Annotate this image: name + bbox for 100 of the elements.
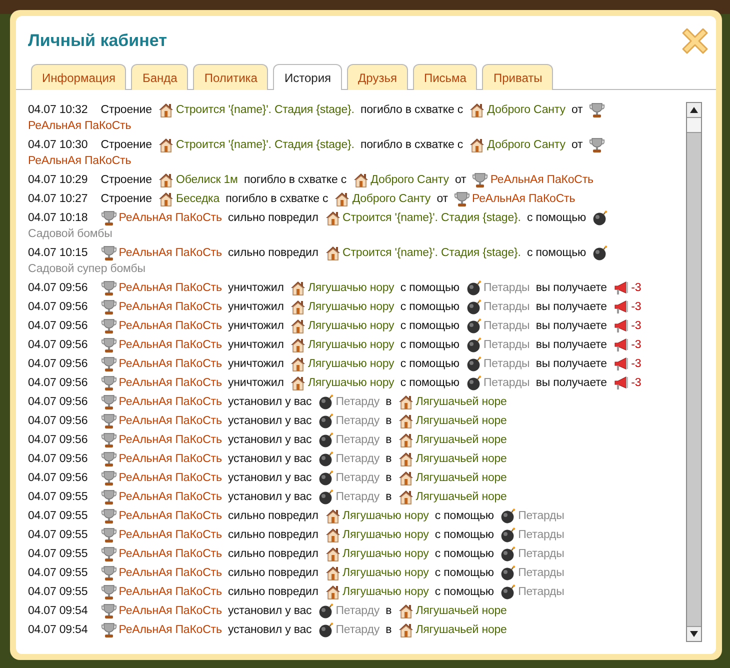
building-link[interactable]: Лягушачьей норе xyxy=(416,605,507,617)
tab[interactable]: История xyxy=(273,64,342,90)
building-link[interactable]: Строится '{name}'. Стадия {stage}. xyxy=(342,212,521,224)
house-icon xyxy=(324,210,341,226)
building-link[interactable]: Лягушачью нору xyxy=(308,339,394,351)
player-link[interactable]: РеАльнАя ПаКоСть xyxy=(28,155,132,167)
event-text: в xyxy=(386,472,392,484)
tab[interactable]: Приваты xyxy=(482,64,554,90)
scrollbar[interactable] xyxy=(686,102,702,642)
player-link[interactable]: РеАльнАя ПаКоСть xyxy=(118,491,222,503)
building-link[interactable]: Лягушачью нору xyxy=(342,548,429,560)
house-icon xyxy=(290,375,306,391)
building-link[interactable]: Лягушачью нору xyxy=(342,567,429,579)
trophy-icon xyxy=(100,280,117,296)
player-link[interactable]: РеАльнАя ПаКоСть xyxy=(118,453,222,465)
event-text: сильно повредил xyxy=(228,212,318,224)
tab[interactable]: Банда xyxy=(131,64,188,90)
megaphone-icon xyxy=(613,280,630,296)
event-text: в xyxy=(386,491,392,503)
building-link[interactable]: Доброго Санту xyxy=(370,174,449,186)
building-link[interactable]: Лягушачьей норе xyxy=(416,624,507,636)
building-link[interactable]: Лягушачьей норе xyxy=(416,415,507,427)
building-link[interactable]: Доброго Санту xyxy=(487,104,566,116)
player-link[interactable]: РеАльнАя ПаКоСть xyxy=(118,339,222,351)
event-text: установил у вас xyxy=(228,491,312,503)
player-link[interactable]: РеАльнАя ПаКоСть xyxy=(118,472,222,484)
player-link[interactable]: РеАльнАя ПаКоСть xyxy=(118,247,222,259)
building-link[interactable]: Лягушачьей норе xyxy=(416,491,507,503)
player-link[interactable]: РеАльнАя ПаКоСть xyxy=(118,548,222,560)
house-icon xyxy=(158,172,174,188)
building-link[interactable]: Лягушачью нору xyxy=(308,282,394,294)
tab[interactable]: Друзья xyxy=(347,64,408,90)
player-link[interactable]: РеАльнАя ПаКоСть xyxy=(118,605,222,617)
tab[interactable]: Информация xyxy=(31,64,126,90)
house-icon xyxy=(290,280,306,296)
bomb-icon xyxy=(466,375,482,391)
bomb-icon xyxy=(500,527,516,543)
player-link[interactable]: РеАльнАя ПаКоСть xyxy=(118,415,222,427)
event-time: 04.07 10:29 xyxy=(28,174,88,186)
player-link[interactable]: РеАльнАя ПаКоСть xyxy=(118,377,222,389)
house-icon xyxy=(324,245,341,261)
building-link[interactable]: Лягушачьей норе xyxy=(416,396,507,408)
player-link[interactable]: РеАльнАя ПаКоСть xyxy=(118,434,222,446)
player-link[interactable]: РеАльнАя ПаКоСть xyxy=(118,282,222,294)
player-link[interactable]: РеАльнАя ПаКоСть xyxy=(118,358,222,370)
trophy-icon xyxy=(100,299,117,315)
event-time: 04.07 09:56 xyxy=(28,358,88,370)
tab[interactable]: Письма xyxy=(412,64,478,90)
event-text: уничтожил xyxy=(228,377,284,389)
building-link[interactable]: Лягушачью нору xyxy=(308,320,394,332)
building-link[interactable]: Лягушачью нору xyxy=(308,301,394,313)
building-link[interactable]: Лягушачьей норе xyxy=(416,434,507,446)
player-link[interactable]: РеАльнАя ПаКоСть xyxy=(118,586,222,598)
scroll-up-icon[interactable] xyxy=(690,107,698,113)
event-text: вы получаете xyxy=(536,301,607,313)
building-link[interactable]: Беседка xyxy=(176,193,220,205)
tab[interactable]: Политика xyxy=(193,64,268,90)
building-link[interactable]: Доброго Санту xyxy=(487,139,566,151)
event-text: сильно повредил xyxy=(228,510,318,522)
house-icon xyxy=(398,603,414,619)
building-link[interactable]: Лягушачью нору xyxy=(308,358,394,370)
building-link[interactable]: Лягушачьей норе xyxy=(416,472,507,484)
player-link[interactable]: РеАльнАя ПаКоСть xyxy=(118,301,222,313)
close-button[interactable] xyxy=(680,26,710,56)
trophy-icon xyxy=(100,432,117,448)
house-icon xyxy=(398,622,414,638)
building-link[interactable]: Лягушачью нору xyxy=(342,586,429,598)
player-link[interactable]: РеАльнАя ПаКоСть xyxy=(472,193,576,205)
building-link[interactable]: Строится '{name}'. Стадия {stage}. xyxy=(176,104,354,116)
building-link[interactable]: Лягушачьей норе xyxy=(416,453,507,465)
player-link[interactable]: РеАльнАя ПаКоСть xyxy=(118,567,222,579)
player-link[interactable]: РеАльнАя ПаКоСть xyxy=(118,529,222,541)
player-link[interactable]: РеАльнАя ПаКоСть xyxy=(28,120,132,132)
house-icon xyxy=(324,508,341,524)
building-link[interactable]: Строится '{name}'. Стадия {stage}. xyxy=(176,139,354,151)
event-time: 04.07 09:55 xyxy=(28,491,88,503)
house-icon xyxy=(469,137,486,153)
building-link[interactable]: Доброго Санту xyxy=(352,193,431,205)
player-link[interactable]: РеАльнАя ПаКоСть xyxy=(118,320,222,332)
building-link[interactable]: Лягушачью нору xyxy=(342,529,429,541)
bomb-icon xyxy=(318,622,334,638)
building-link[interactable]: Лягушачью нору xyxy=(342,510,429,522)
player-link[interactable]: РеАльнАя ПаКоСть xyxy=(490,174,594,186)
building-link[interactable]: Лягушачью нору xyxy=(308,377,394,389)
player-link[interactable]: РеАльнАя ПаКоСть xyxy=(118,396,222,408)
player-link[interactable]: РеАльнАя ПаКоСть xyxy=(118,624,222,636)
event-text: в xyxy=(386,434,392,446)
scroll-thumb[interactable] xyxy=(687,118,701,133)
building-link[interactable]: Обелиск 1м xyxy=(176,174,238,186)
item-name: Петарду xyxy=(336,396,380,408)
item-name: Петарду xyxy=(336,605,380,617)
player-link[interactable]: РеАльнАя ПаКоСть xyxy=(118,510,222,522)
event-time: 04.07 09:55 xyxy=(28,529,88,541)
event-text: сильно повредил xyxy=(228,567,318,579)
player-link[interactable]: РеАльнАя ПаКоСть xyxy=(118,212,222,224)
building-link[interactable]: Строится '{name}'. Стадия {stage}. xyxy=(342,247,521,259)
bomb-icon xyxy=(318,394,334,410)
bomb-icon xyxy=(500,546,516,562)
scroll-down-icon[interactable] xyxy=(690,631,698,637)
event-text: Строение xyxy=(100,104,152,116)
